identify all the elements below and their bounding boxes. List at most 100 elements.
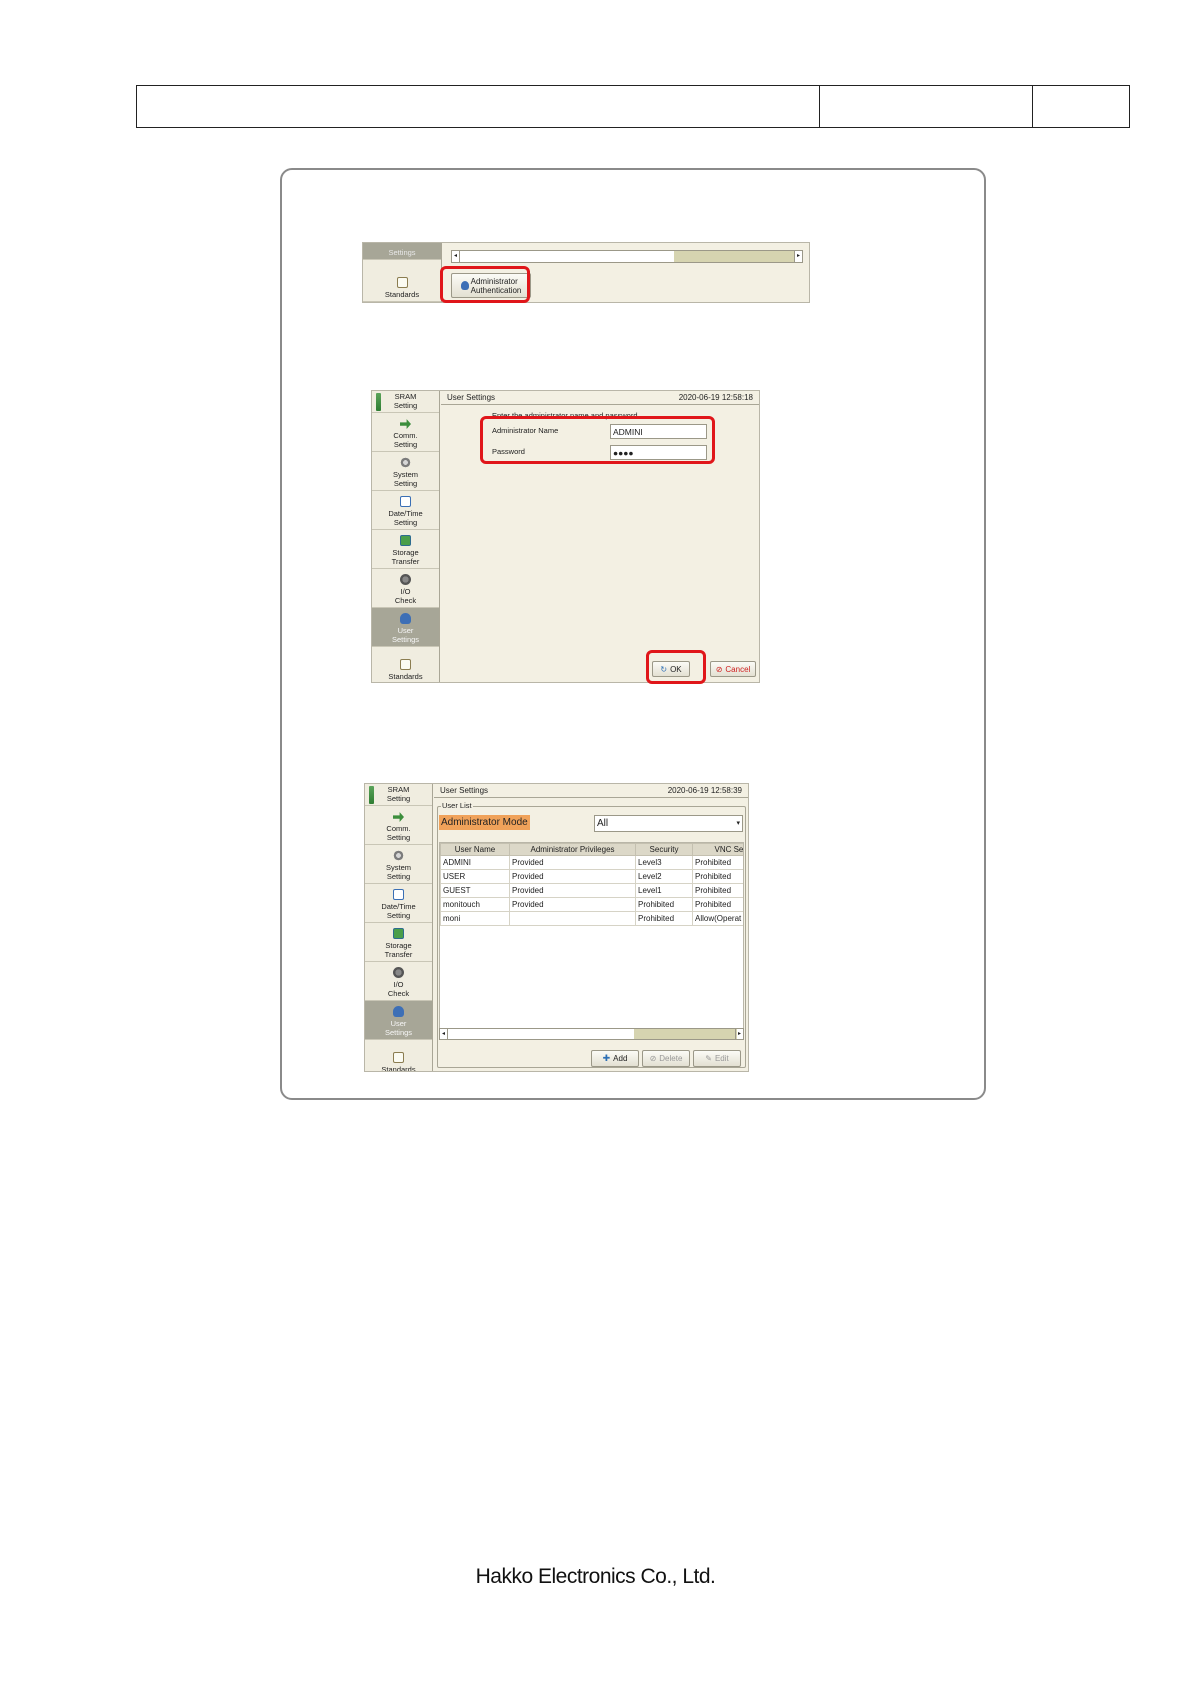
table-cell: ADMINI — [440, 855, 510, 870]
page-title: User Settings — [447, 393, 496, 402]
sidebar-item-label: System — [392, 470, 418, 479]
sidebar-item-label: Standards — [388, 672, 423, 681]
screenshot-user-list: SRAM Setting Comm. Setting System Setting Date… — [364, 783, 749, 1072]
table-cell: moni — [440, 911, 510, 926]
highlight-ok-button — [646, 650, 706, 684]
table-cell: Provided — [509, 869, 636, 884]
add-icon: ✚ — [602, 1053, 611, 1063]
sidebar-item-calendar[interactable]: Date/Time Setting — [365, 884, 432, 923]
sidebar-item-label: Setting — [393, 440, 418, 449]
sidebar-item-label: Setting — [386, 872, 411, 881]
table-horizontal-scrollbar[interactable]: ◂ ▸ — [439, 1028, 744, 1040]
sidebar-item-label: Comm. — [386, 824, 411, 833]
sidebar-item-label: SRAM — [394, 392, 417, 401]
title-bar: User Settings 2020-06-19 12:58:18 — [441, 391, 759, 405]
scroll-thumb[interactable] — [674, 251, 794, 262]
sidebar-item-sram[interactable]: SRAM Setting — [365, 784, 432, 806]
sidebar-item-storage[interactable]: Storage Transfer — [365, 923, 432, 962]
sidebar-item-label: Date/Time — [381, 902, 416, 911]
sidebar-item-io[interactable]: I/O Check — [365, 962, 432, 1001]
table-row[interactable]: ADMINI Provided Level3 Prohibited — [440, 855, 743, 870]
sidebar-item-label: Setting — [393, 518, 418, 527]
sidebar-item-user[interactable]: User Settings — [365, 1001, 432, 1040]
sidebar-item-comm[interactable]: Comm. Setting — [365, 806, 432, 845]
delete-user-button[interactable]: ⊘ Delete — [642, 1050, 690, 1067]
sidebar-item-system[interactable]: System Setting — [372, 452, 439, 491]
sidebar-item-comm[interactable]: Comm. Setting — [372, 413, 439, 452]
column-header[interactable]: Security — [635, 843, 693, 856]
filter-select[interactable]: All ▾ — [594, 815, 743, 832]
sidebar-item-standards[interactable]: Standards — [372, 647, 439, 682]
table-cell: Level1 — [635, 883, 693, 898]
cancel-icon: ⊘ — [715, 664, 723, 674]
sidebar-item-label: System — [385, 863, 411, 872]
sidebar-item-label: Standards — [384, 290, 420, 299]
sidebar-item-label: Standards — [381, 1065, 416, 1072]
sram-icon — [369, 786, 374, 804]
table-cell: Prohibited — [635, 897, 693, 912]
cancel-button[interactable]: ⊘ Cancel — [710, 661, 756, 677]
sidebar-item-label: Setting — [386, 833, 411, 842]
table-cell: USER — [440, 869, 510, 884]
table-cell — [509, 911, 636, 926]
sidebar-item-label: Settings — [384, 1028, 413, 1037]
user-icon — [400, 613, 411, 624]
table-cell: Allow(Operat — [692, 911, 743, 926]
column-header[interactable]: VNC Serve — [692, 843, 743, 856]
sidebar-item-label: Comm. — [393, 431, 418, 440]
scroll-thumb[interactable] — [634, 1029, 737, 1039]
column-header[interactable]: Administrator Privileges — [509, 843, 636, 856]
cancel-button-label: Cancel — [725, 664, 751, 674]
table-cell: Prohibited — [692, 883, 743, 898]
edit-button-label: Edit — [714, 1054, 729, 1063]
scroll-left-arrow-icon[interactable]: ◂ — [440, 1029, 448, 1039]
scroll-right-arrow-icon[interactable]: ▸ — [735, 1029, 743, 1039]
table-cell: Prohibited — [692, 897, 743, 912]
sidebar-item-user[interactable]: User Settings — [372, 608, 439, 647]
sidebar-item-calendar[interactable]: Date/Time Setting — [372, 491, 439, 530]
administrator-mode-badge: Administrator Mode — [439, 815, 530, 830]
highlight-credentials — [480, 416, 715, 464]
horizontal-scrollbar[interactable]: ◂ ▸ — [451, 250, 803, 263]
sidebar-item-standards[interactable]: Standards — [363, 260, 441, 302]
page-title: User Settings — [440, 786, 489, 795]
standards-icon — [396, 277, 408, 288]
table-row[interactable]: GUEST Provided Level1 Prohibited — [440, 883, 743, 898]
scroll-right-arrow-icon[interactable]: ▸ — [794, 251, 802, 262]
io-icon — [393, 967, 404, 978]
sidebar-item-label: I/O — [393, 980, 404, 989]
sidebar-item-label: Setting — [393, 401, 418, 410]
user-table-area: User Name Administrator Privileges Securit… — [439, 842, 744, 1029]
sidebar-item-user-settings[interactable]: Settings — [363, 243, 441, 260]
sidebar-item-label: SRAM — [387, 785, 410, 794]
edit-user-button[interactable]: ✎ Edit — [693, 1050, 741, 1067]
sidebar-item-system[interactable]: System Setting — [365, 845, 432, 884]
sidebar-item-storage[interactable]: Storage Transfer — [372, 530, 439, 569]
header-table — [136, 85, 1130, 128]
table-row[interactable]: USER Provided Level2 Prohibited — [440, 869, 743, 884]
table-cell: Provided — [509, 883, 636, 898]
standards-icon — [400, 659, 411, 670]
column-header[interactable]: User Name — [440, 843, 510, 856]
sidebar-item-label: Transfer — [384, 950, 413, 959]
sidebar-item-standards[interactable]: Standards — [365, 1040, 432, 1072]
table-cell: Level3 — [635, 855, 693, 870]
sidebar-item-label: Check — [387, 989, 410, 998]
add-user-button[interactable]: ✚ Add — [591, 1050, 639, 1067]
table-cell: Level2 — [635, 869, 693, 884]
table-cell: Prohibited — [635, 911, 693, 926]
table-row[interactable]: monitouch Provided Prohibited Prohibited — [440, 897, 743, 912]
delete-button-label: Delete — [659, 1054, 683, 1063]
scroll-left-arrow-icon[interactable]: ◂ — [452, 251, 460, 262]
sidebar-item-label: Check — [394, 596, 417, 605]
sidebar-item-label: Setting — [393, 479, 418, 488]
sidebar-item-label: Settings — [391, 635, 420, 644]
table-row[interactable]: moni Prohibited Allow(Operat — [440, 911, 743, 926]
sidebar-item-sram[interactable]: SRAM Setting — [372, 391, 439, 413]
system-icon — [393, 850, 404, 861]
sidebar-item-label: Settings — [388, 248, 416, 257]
header-cell-doc-number — [820, 86, 1033, 127]
table-cell: GUEST — [440, 883, 510, 898]
sidebar-item-io[interactable]: I/O Check — [372, 569, 439, 608]
sram-icon — [376, 393, 381, 411]
